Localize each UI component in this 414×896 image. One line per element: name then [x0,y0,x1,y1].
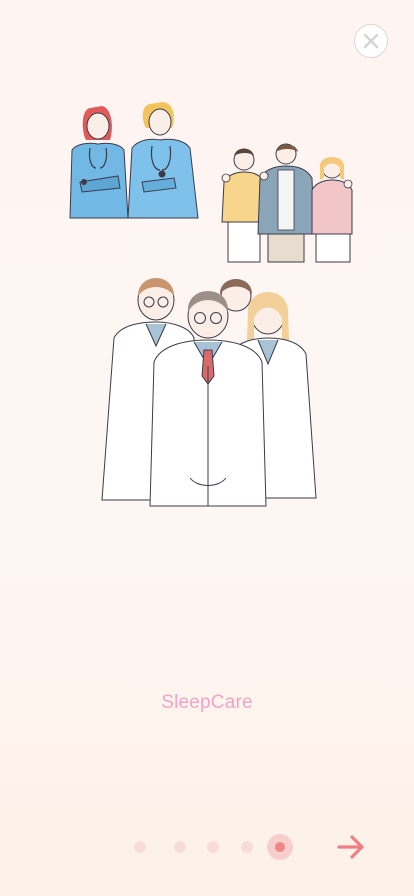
brand-name: SleepCare [161,692,253,713]
close-icon [363,33,379,49]
crowd-illustration [208,142,358,264]
doctors-illustration [94,266,322,510]
nurses-illustration [62,98,210,220]
page-dot-5-active[interactable] [267,834,293,860]
page-dot-4[interactable] [241,841,253,853]
page-dot-1[interactable] [134,841,146,853]
next-button[interactable] [334,830,368,864]
page-indicator [0,830,414,864]
arrow-right-icon [337,835,364,859]
onboarding-screen: SleepCare [0,0,414,896]
page-dot-2[interactable] [174,841,186,853]
page-dot-3[interactable] [207,841,219,853]
close-button[interactable] [354,24,388,58]
